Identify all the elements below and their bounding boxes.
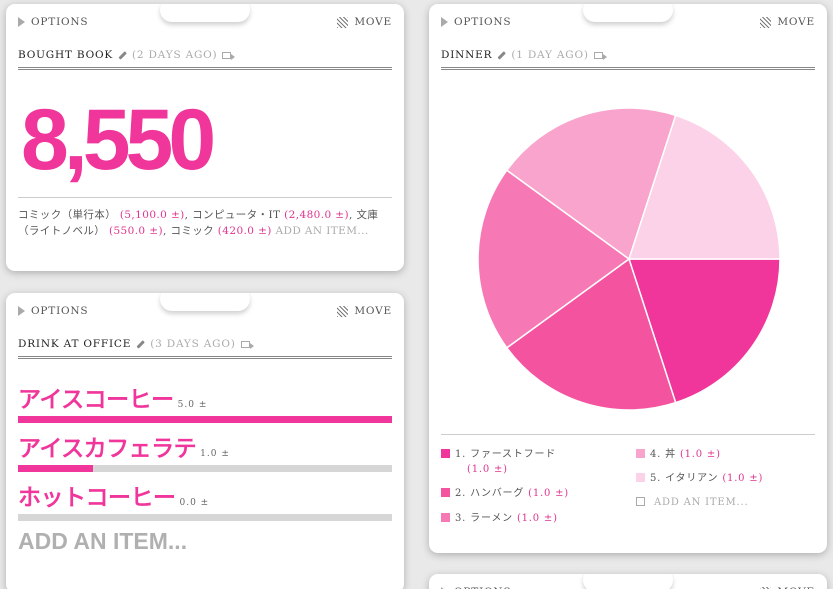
drink-bar — [18, 465, 392, 472]
card-toolbar: OPTIONS MOVE — [441, 584, 815, 589]
drink-name: アイスコーヒー — [18, 387, 174, 413]
drink-item[interactable]: アイスコーヒー 5.0 ± — [18, 380, 392, 423]
options-button[interactable]: OPTIONS — [441, 16, 511, 28]
dinner-card: OPTIONS MOVE DINNER (1 DAY AGO) 1. ファースト… — [429, 4, 827, 553]
legend-swatch — [636, 473, 645, 482]
card-title: DRINK AT OFFICE — [18, 338, 132, 350]
move-button[interactable]: MOVE — [760, 16, 815, 28]
legend-divider — [441, 434, 815, 435]
dinner-pie-chart — [477, 107, 781, 411]
drink-count: 5.0 ± — [177, 400, 208, 410]
drink-bar-fill — [18, 465, 93, 472]
triangle-right-icon — [18, 17, 25, 27]
legend-item[interactable]: 5. イタリアン (1.0 ±) — [636, 471, 763, 486]
legend-swatch — [441, 449, 450, 458]
drink-name: アイスカフェラテ — [18, 436, 197, 462]
move-grip-icon — [337, 16, 349, 28]
options-button[interactable]: OPTIONS — [18, 16, 88, 28]
triangle-right-icon — [441, 17, 448, 27]
card-title: DINNER — [441, 49, 493, 61]
total-value: 8,550 — [21, 92, 216, 188]
drink-item[interactable]: アイスカフェラテ 1.0 ± — [18, 429, 392, 472]
card-toolbar: OPTIONS MOVE — [441, 14, 815, 30]
move-button[interactable]: MOVE — [337, 305, 392, 317]
legend-item[interactable]: 3. ラーメン (1.0 ±) — [441, 511, 558, 526]
drink-item[interactable]: ホットコーヒー 0.0 ± — [18, 478, 392, 521]
card-title: BOUGHT BOOK — [18, 49, 114, 61]
drink-bar — [18, 416, 392, 423]
edit-icon[interactable] — [136, 339, 145, 349]
share-icon[interactable] — [593, 51, 607, 60]
item-breakdown: コミック（単行本） (5,100.0 ±), コンピュータ・IT (2,480.… — [18, 197, 392, 239]
legend-swatch — [441, 488, 450, 497]
card-header: DINNER (1 DAY AGO) — [441, 49, 815, 70]
next-card: OPTIONS MOVE — [429, 574, 827, 589]
legend-swatch — [636, 449, 645, 458]
timestamp: (2 DAYS AGO) — [132, 49, 218, 61]
edit-icon[interactable] — [497, 50, 506, 60]
move-grip-icon — [337, 305, 349, 317]
card-header: BOUGHT BOOK (2 DAYS AGO) — [18, 49, 392, 70]
add-item-link[interactable]: ADD AN ITEM... — [276, 225, 369, 237]
options-button[interactable]: OPTIONS — [18, 305, 88, 317]
add-item-button[interactable]: ADD AN ITEM... — [18, 528, 187, 555]
share-icon[interactable] — [222, 51, 236, 60]
add-item-link[interactable]: ADD AN ITEM... — [636, 495, 748, 510]
bought-book-card: OPTIONS MOVE BOUGHT BOOK (2 DAYS AGO) 8,… — [6, 4, 404, 271]
drink-count: 1.0 ± — [200, 449, 230, 459]
edit-icon[interactable] — [118, 50, 127, 60]
timestamp: (3 DAYS AGO) — [150, 338, 236, 350]
card-toolbar: OPTIONS MOVE — [18, 303, 392, 319]
card-toolbar: OPTIONS MOVE — [18, 14, 392, 30]
move-grip-icon — [760, 16, 772, 28]
legend-item[interactable]: 2. ハンバーグ (1.0 ±) — [441, 486, 569, 501]
drink-count: 0.0 ± — [179, 498, 210, 508]
drink-bar-fill — [18, 416, 392, 423]
legend-item[interactable]: 4. 丼 (1.0 ±) — [636, 447, 721, 462]
move-button[interactable]: MOVE — [337, 16, 392, 28]
card-header: DRINK AT OFFICE (3 DAYS AGO) — [18, 338, 392, 359]
timestamp: (1 DAY AGO) — [511, 49, 589, 61]
legend-swatch — [441, 513, 450, 522]
triangle-right-icon — [18, 306, 25, 316]
empty-checkbox-icon — [636, 497, 645, 506]
legend-item[interactable]: 1. ファーストフード (1.0 ±) — [441, 447, 621, 477]
drink-bar — [18, 514, 392, 521]
drink-name: ホットコーヒー — [18, 485, 176, 511]
share-icon[interactable] — [240, 340, 254, 349]
